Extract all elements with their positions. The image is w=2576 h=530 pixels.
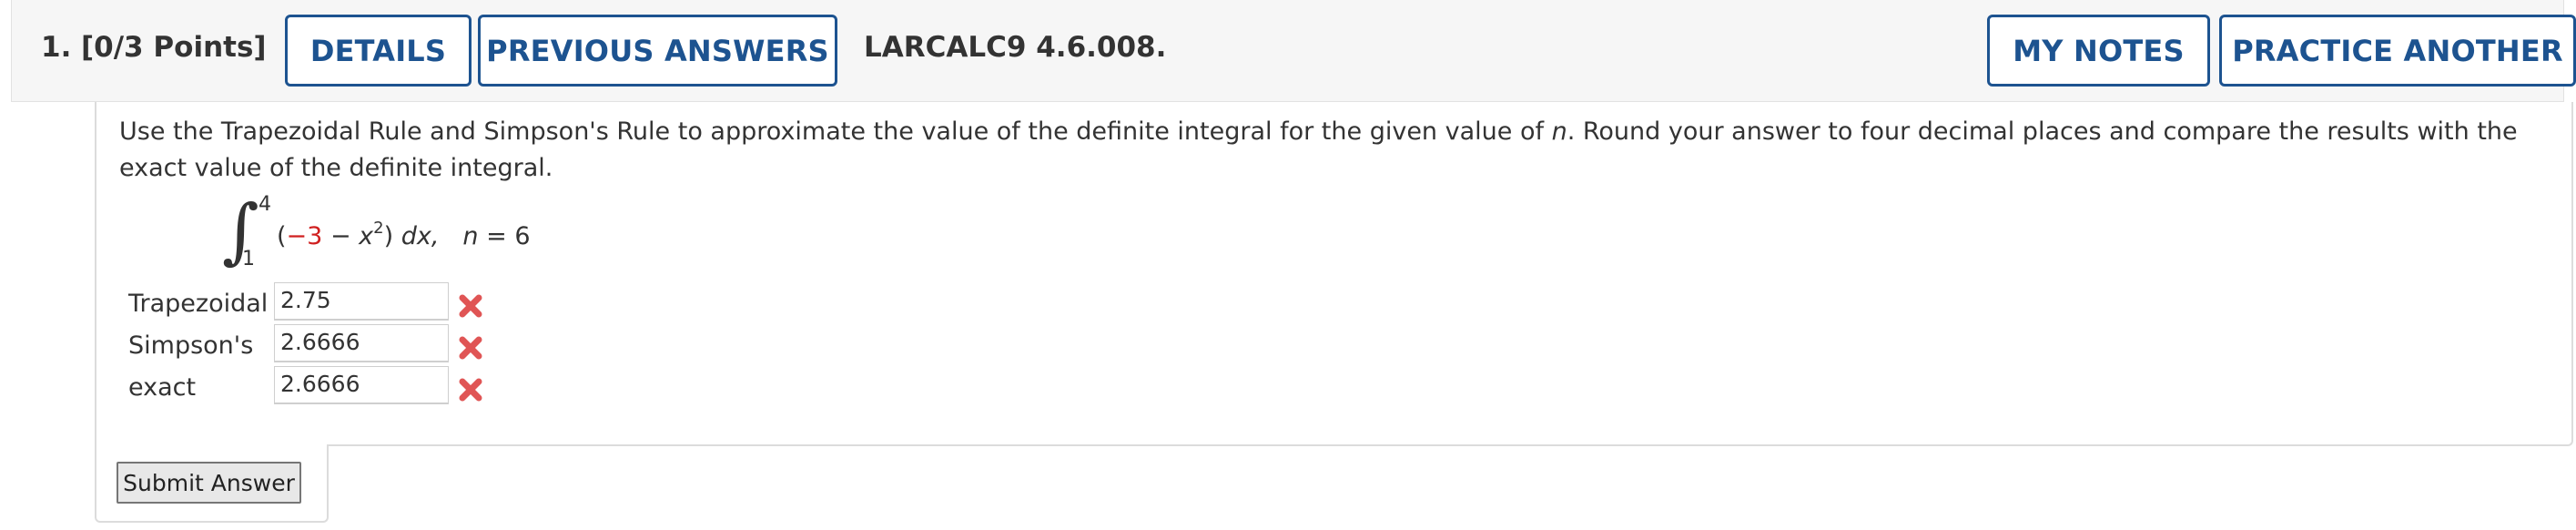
question-number: 1. xyxy=(41,31,72,64)
simpsons-label: Simpson's xyxy=(128,331,254,360)
submit-answer-button[interactable]: Submit Answer xyxy=(117,462,301,504)
integrand-constant: −3 xyxy=(286,222,323,250)
question-header: 1. [0/3 Points] DETAILS PREVIOUS ANSWERS… xyxy=(11,0,2576,102)
points-score: [0/3 Points] xyxy=(81,31,267,64)
variable-n: n xyxy=(1551,117,1567,146)
incorrect-x-icon xyxy=(459,294,482,318)
lower-limit: 1 xyxy=(242,248,255,270)
trapezoidal-label: Trapezoidal xyxy=(128,290,269,318)
practice-another-button[interactable]: PRACTICE ANOTHER xyxy=(2219,15,2576,87)
incorrect-x-icon xyxy=(459,336,482,360)
incorrect-x-icon xyxy=(459,378,482,402)
trapezoidal-answer-input[interactable]: 2.75 xyxy=(274,282,449,321)
integrand: (−3 − x2) dx, n = 6 xyxy=(277,219,531,251)
my-notes-button[interactable]: MY NOTES xyxy=(1987,15,2210,87)
exact-answer-input[interactable]: 2.6666 xyxy=(274,366,449,404)
exact-label: exact xyxy=(128,373,197,402)
course-code: LARCALC9 4.6.008. xyxy=(864,31,1167,64)
question-prompt: Use the Trapezoidal Rule and Simpson's R… xyxy=(119,117,2518,182)
simpsons-answer-input[interactable]: 2.6666 xyxy=(274,324,449,362)
previous-answers-button[interactable]: PREVIOUS ANSWERS xyxy=(478,15,837,87)
upper-limit: 4 xyxy=(259,193,271,216)
details-button[interactable]: DETAILS xyxy=(285,15,472,87)
